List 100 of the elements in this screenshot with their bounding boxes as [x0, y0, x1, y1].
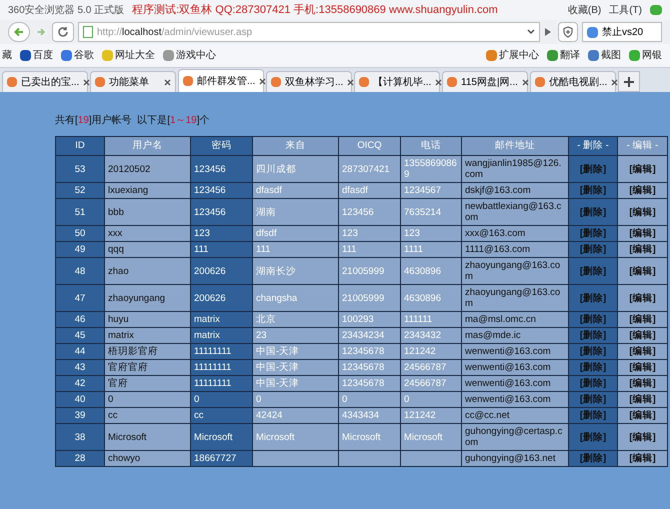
table-cell: huyu	[104, 312, 190, 328]
table-cell: 43	[56, 360, 104, 376]
summary-text: 共有[19]用户帐号 以下是[1～19]个	[55, 114, 210, 128]
table-cell: cc	[104, 408, 190, 424]
close-icon[interactable]	[164, 78, 171, 86]
browser-tab[interactable]: 邮件群发管...	[178, 69, 264, 92]
browser-tab[interactable]: 功能菜单	[90, 71, 176, 92]
table-cell: 1111@163.com	[462, 242, 568, 258]
table-cell: 52	[56, 182, 104, 198]
table-cell: 13558690869	[400, 156, 462, 182]
table-cell: 200626	[190, 258, 252, 284]
new-tab-button[interactable]	[618, 71, 640, 92]
bookmark-link[interactable]: 网址大全	[115, 48, 155, 63]
table-cell: wenwenti@163.com	[462, 392, 568, 408]
table-cell: 湖南	[252, 198, 338, 226]
table-cell: 12345678	[338, 360, 400, 376]
search-engine-icon	[587, 26, 598, 38]
table-cell: 111111	[400, 312, 462, 328]
url-text: http://localhost/admin/viewuser.asp	[97, 26, 252, 40]
column-header: - 编辑 -	[618, 136, 668, 156]
table-cell: 11111111	[190, 376, 252, 392]
column-header: ID	[56, 136, 104, 156]
bookmark-icon	[102, 50, 113, 61]
column-header: 来自	[252, 136, 338, 156]
table-cell: 123	[190, 226, 252, 242]
table-cell: 111	[190, 242, 252, 258]
toolbar-link[interactable]: 扩展中心	[499, 48, 539, 63]
bookmark-icon	[163, 50, 174, 61]
toolbar-icon	[486, 50, 497, 61]
address-field[interactable]: http://localhost/admin/viewuser.asp	[78, 22, 540, 42]
table-cell: 官府官府	[104, 360, 190, 376]
table-cell: zhaoyungang@163.com	[462, 258, 568, 284]
table-cell: guhongying@163.net	[462, 450, 568, 466]
close-icon[interactable]	[435, 78, 442, 86]
table-cell: dfsdf	[252, 226, 338, 242]
browser-tab[interactable]: 已卖出的宝...	[2, 71, 88, 92]
table-cell: qqq	[104, 242, 190, 258]
search-field[interactable]: 禁止vs20	[582, 22, 662, 42]
table-cell: 121242	[400, 408, 462, 424]
table-cell: changsha	[252, 284, 338, 312]
refresh-button[interactable]	[52, 22, 74, 42]
table-cell: wenwenti@163.com	[462, 344, 568, 360]
table-cell: 官府	[104, 376, 190, 392]
table-cell: 12345678	[338, 344, 400, 360]
table-cell: ma@msl.omc.cn	[462, 312, 568, 328]
tab-favicon	[271, 77, 281, 87]
table-cell: Microsoft	[104, 424, 190, 450]
close-icon[interactable]	[83, 78, 90, 86]
table-cell: 0	[190, 392, 252, 408]
table-cell: 121242	[400, 344, 462, 360]
table-cell: 4630896	[400, 258, 462, 284]
table-cell: bbb	[104, 198, 190, 226]
table-cell: 200626	[190, 284, 252, 312]
table-cell: 7635214	[400, 198, 462, 226]
toolbar-icon	[588, 50, 599, 61]
table-cell: mas@mde.ic	[462, 328, 568, 344]
plus-icon	[624, 76, 634, 86]
bookmark-link[interactable]: 藏	[2, 48, 12, 63]
menu-item[interactable]: 收藏(B)	[568, 2, 602, 18]
browser-tab[interactable]: 115网盘|网...	[442, 71, 528, 92]
table-cell: 49	[56, 242, 104, 258]
table-cell: 48	[56, 258, 104, 284]
table-cell: newbattlexiang@163.com	[462, 198, 568, 226]
table-cell: 4343434	[338, 408, 400, 424]
table-cell: zhao	[104, 258, 190, 284]
table-cell: 中国-天津	[252, 344, 338, 360]
tab-favicon	[447, 77, 457, 87]
column-header: OICQ	[338, 136, 400, 156]
shield-button[interactable]	[558, 22, 578, 42]
bookmark-link[interactable]: 百度	[33, 48, 53, 63]
refresh-icon	[57, 26, 69, 38]
column-header: - 删除 -	[568, 136, 618, 156]
tab-favicon	[535, 77, 545, 87]
table-cell: 0	[338, 392, 400, 408]
back-button[interactable]	[8, 22, 30, 42]
menu-item[interactable]: 工具(T)	[609, 2, 642, 18]
table-cell: 1234567	[400, 182, 462, 198]
close-icon[interactable]	[347, 78, 354, 86]
toolbar-link[interactable]: 翻译	[560, 48, 580, 63]
toolbar-link[interactable]: 网银	[642, 48, 662, 63]
close-icon[interactable]	[611, 78, 618, 86]
browser-tab[interactable]: 优酷电视剧...	[530, 71, 616, 92]
table-cell: matrix	[104, 328, 190, 344]
table-cell: chowyo	[104, 450, 190, 466]
toolbar-link[interactable]: 截图	[601, 48, 621, 63]
browser-tab[interactable]: 【计算机毕...	[354, 71, 440, 92]
table-cell: 46	[56, 312, 104, 328]
close-icon[interactable]	[259, 78, 266, 84]
table-cell: 梧玥影官府	[104, 344, 190, 360]
table-cell: 0	[104, 392, 190, 408]
table-cell: Microsoft	[338, 424, 400, 450]
table-cell: 123	[400, 226, 462, 242]
table-cell: 0	[252, 392, 338, 408]
close-icon[interactable]	[522, 78, 529, 86]
bookmark-link[interactable]: 游戏中心	[176, 48, 216, 63]
table-cell: 20120502	[104, 156, 190, 182]
table-cell: 21005999	[338, 284, 400, 312]
dropdown-icon[interactable]	[527, 29, 535, 35]
bookmark-link[interactable]: 谷歌	[74, 48, 94, 63]
browser-tab[interactable]: 双鱼林学习...	[266, 71, 352, 92]
